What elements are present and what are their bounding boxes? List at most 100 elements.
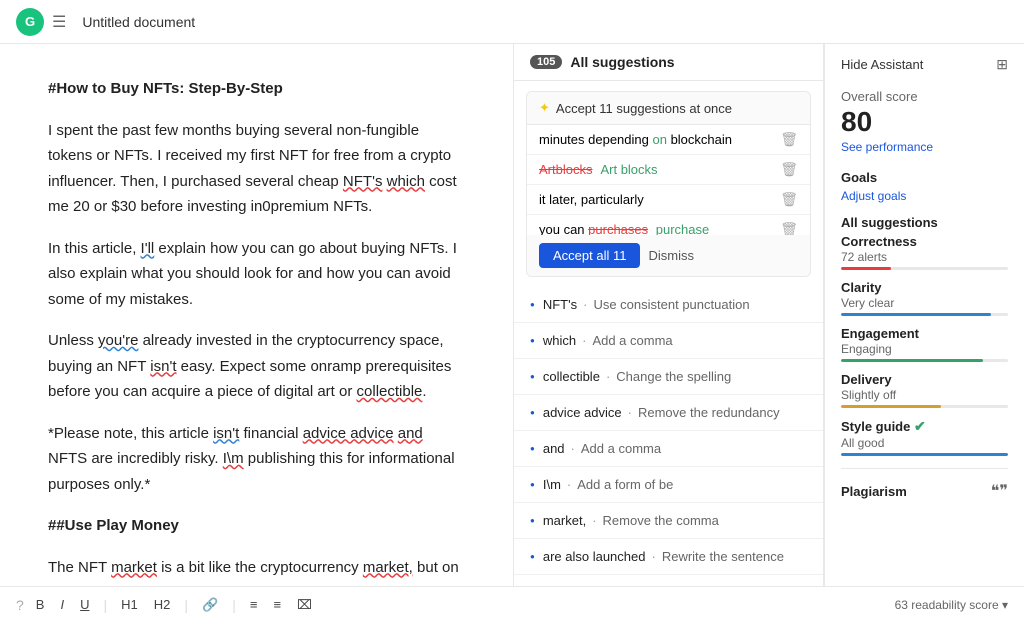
underline-button[interactable]: U bbox=[76, 595, 93, 614]
suggestion-desc: Rewrite the sentence bbox=[662, 549, 784, 564]
badge-count: 105 bbox=[530, 55, 562, 69]
accept-header-text: Accept 11 suggestions at once bbox=[556, 101, 732, 116]
metric-fill bbox=[841, 359, 983, 362]
score-row: 80 bbox=[841, 106, 1008, 138]
editor-heading2: ##Use Play Money bbox=[48, 513, 465, 539]
suggestion-word: collectible bbox=[543, 369, 600, 384]
suggestion-word: advice advice bbox=[543, 405, 622, 420]
sep1: | bbox=[103, 597, 107, 613]
suggestions-header: 105 All suggestions bbox=[514, 44, 823, 81]
editor-heading1: #How to Buy NFTs: Step-By-Step bbox=[48, 76, 465, 102]
accept-all-button[interactable]: Accept all 11 bbox=[539, 243, 640, 268]
metric-item: Clarity Very clear bbox=[841, 280, 1008, 316]
suggestions-title: All suggestions bbox=[570, 54, 674, 70]
all-suggestions-label[interactable]: All suggestions bbox=[841, 215, 1008, 230]
h1-button[interactable]: H1 bbox=[117, 595, 142, 614]
suggestion-dot: · bbox=[567, 477, 571, 492]
suggestion-desc: Add a comma bbox=[581, 441, 661, 456]
check-icon: ✔ bbox=[914, 418, 926, 434]
delete-suggestion-3[interactable]: 🗑 bbox=[780, 191, 798, 208]
bullet-icon: ● bbox=[530, 336, 535, 345]
accept-row-3-text: it later, particularly bbox=[539, 192, 644, 207]
link-button[interactable]: 🔗 bbox=[198, 595, 222, 615]
adjust-goals-link[interactable]: Adjust goals bbox=[841, 189, 1008, 203]
bottom-toolbar: ? B I U | H1 H2 | 🔗 | ≡ ≡ ⌧ 63 readabili… bbox=[0, 586, 1024, 622]
bullet-icon: ● bbox=[530, 300, 535, 309]
error-which: which bbox=[387, 173, 425, 190]
accept-footer: Accept all 11 Dismiss bbox=[527, 235, 810, 276]
delete-suggestion-2[interactable]: 🗑 bbox=[780, 161, 798, 178]
on-highlight: on bbox=[652, 132, 666, 147]
metric-name: Delivery bbox=[841, 372, 1008, 387]
metric-sub: All good bbox=[841, 436, 1008, 450]
menu-icon[interactable]: ☰ bbox=[52, 12, 66, 32]
suggestion-desc: Change the spelling bbox=[616, 369, 731, 384]
suggestion-item[interactable]: ● advice advice · Remove the redundancy bbox=[514, 395, 823, 431]
unordered-list-button[interactable]: ≡ bbox=[269, 595, 285, 614]
plagiarism-row: Plagiarism ❝❞ bbox=[841, 468, 1008, 501]
accept-row-2: Artblocks Art blocks 🗑 bbox=[527, 155, 810, 185]
metric-item: Correctness 72 alerts bbox=[841, 234, 1008, 270]
editor-paragraph5: The NFT market is a bit like the cryptoc… bbox=[48, 555, 465, 587]
bullet-icon: ● bbox=[530, 408, 535, 417]
metric-bar bbox=[841, 405, 1008, 408]
overall-score-section: Overall score 80 See performance bbox=[841, 89, 1008, 154]
accept-row-2-strike: Artblocks bbox=[539, 162, 592, 177]
error-market: market bbox=[111, 559, 157, 576]
suggestion-item[interactable]: ● NFT's · Use consistent punctuation bbox=[514, 287, 823, 323]
metric-fill bbox=[841, 453, 1008, 456]
dismiss-button[interactable]: Dismiss bbox=[648, 248, 694, 263]
metric-sub: 72 alerts bbox=[841, 250, 1008, 264]
see-performance-link[interactable]: See performance bbox=[841, 140, 1008, 154]
readability-score: 63 readability score ▾ bbox=[895, 598, 1008, 612]
star-icon: ✦ bbox=[539, 100, 550, 116]
h2-button[interactable]: H2 bbox=[150, 595, 175, 614]
suggestion-dot: · bbox=[583, 297, 587, 312]
suggestion-dot: · bbox=[651, 549, 655, 564]
error-collectible: collectible bbox=[357, 383, 423, 400]
editor-paragraph1: I spent the past few months buying sever… bbox=[48, 118, 465, 220]
logo: G bbox=[16, 8, 44, 36]
score-value: 80 bbox=[841, 106, 872, 138]
suggestion-desc: Remove the redundancy bbox=[638, 405, 780, 420]
suggestion-item[interactable]: ● market, · Remove the comma bbox=[514, 503, 823, 539]
suggestion-item[interactable]: ● which · Add a comma bbox=[514, 323, 823, 359]
grid-icon[interactable]: ⊞ bbox=[996, 56, 1008, 73]
clear-format-button[interactable]: ⌧ bbox=[293, 595, 316, 615]
metric-item: Delivery Slightly off bbox=[841, 372, 1008, 408]
metric-fill bbox=[841, 405, 941, 408]
top-bar: G ☰ Untitled document bbox=[0, 0, 1024, 44]
suggestion-item[interactable]: ● collectible · Change the spelling bbox=[514, 359, 823, 395]
suggestion-dot: · bbox=[606, 369, 610, 384]
suggestion-item[interactable]: ● and · Add a comma bbox=[514, 431, 823, 467]
hide-assistant-row: Hide Assistant ⊞ bbox=[841, 56, 1008, 73]
suggestion-desc: Use consistent punctuation bbox=[593, 297, 749, 312]
goals-label: Goals bbox=[841, 170, 1008, 185]
delete-suggestion-1[interactable]: 🗑 bbox=[780, 131, 798, 148]
accept-row-1-text: minutes depending on blockchain bbox=[539, 132, 732, 147]
doc-title: Untitled document bbox=[82, 14, 195, 30]
metric-sub: Engaging bbox=[841, 342, 1008, 356]
accept-header: ✦ Accept 11 suggestions at once bbox=[527, 92, 810, 125]
editor-area[interactable]: #How to Buy NFTs: Step-By-Step I spent t… bbox=[0, 44, 514, 586]
delete-suggestion-4[interactable]: 🗑 bbox=[780, 221, 798, 235]
help-icon[interactable]: ? bbox=[16, 597, 24, 613]
italic-button[interactable]: I bbox=[56, 595, 68, 614]
metric-bar bbox=[841, 359, 1008, 362]
suggestion-word: market, bbox=[543, 513, 586, 528]
score-title: Overall score bbox=[841, 89, 1008, 104]
ordered-list-button[interactable]: ≡ bbox=[246, 595, 262, 614]
suggestion-item[interactable]: ● are also launched · Rewrite the senten… bbox=[514, 539, 823, 575]
suggestion-item[interactable]: ● everyday · Replace the word bbox=[514, 575, 823, 586]
suggestion-item[interactable]: ● I\m · Add a form of be bbox=[514, 467, 823, 503]
quote-icon[interactable]: ❝❞ bbox=[991, 481, 1008, 501]
suggestion-word: which bbox=[543, 333, 576, 348]
suggestion-word: NFT's bbox=[543, 297, 577, 312]
purchase-replacement: purchase bbox=[656, 222, 709, 235]
accept-block: ✦ Accept 11 suggestions at once minutes … bbox=[526, 91, 811, 277]
right-panel: Hide Assistant ⊞ Overall score 80 See pe… bbox=[824, 44, 1024, 586]
suggestion-desc: Add a form of be bbox=[577, 477, 673, 492]
bold-button[interactable]: B bbox=[32, 595, 49, 614]
suggestion-word: I\m bbox=[543, 477, 561, 492]
suggestion-dot: · bbox=[592, 513, 596, 528]
